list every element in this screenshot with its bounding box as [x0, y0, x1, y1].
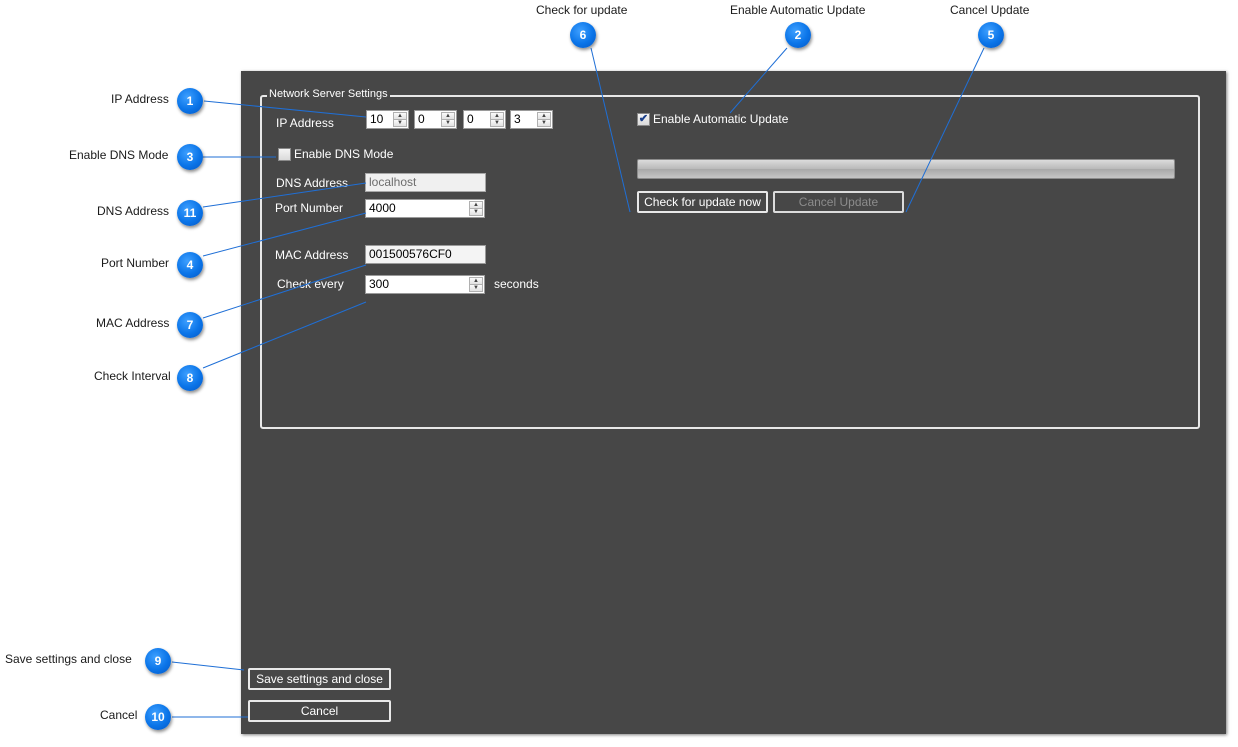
callout-badge-8: 8 [177, 365, 203, 391]
ip-octet-3-stepper[interactable]: 0 ▲ ▼ [463, 110, 506, 129]
cancel-button[interactable]: Cancel [248, 700, 391, 722]
check-interval-value: 300 [369, 277, 390, 291]
ip-octet-3-value: 0 [467, 112, 474, 126]
cancel-update-button[interactable]: Cancel Update [773, 191, 904, 213]
callout-badge-10: 10 [145, 704, 171, 730]
dns-address-input[interactable]: localhost [365, 173, 486, 192]
ip-octet-4-value: 3 [514, 112, 521, 126]
callout-label-enable-automatic-update: Enable Automatic Update [730, 3, 866, 17]
callout-label-mac-address: MAC Address [96, 316, 170, 330]
enable-automatic-update-checkbox[interactable]: ✔ [637, 113, 650, 126]
callout-badge-9: 9 [145, 648, 171, 674]
mac-address-label: MAC Address [275, 248, 349, 262]
save-settings-and-close-button[interactable]: Save settings and close [248, 668, 391, 690]
ip-octet-2-value: 0 [418, 112, 425, 126]
mac-address-input[interactable]: 001500576CF0 [365, 245, 486, 264]
chevron-down-icon[interactable]: ▼ [469, 284, 483, 292]
ip-octet-2-stepper[interactable]: 0 ▲ ▼ [414, 110, 457, 129]
port-number-label: Port Number [275, 201, 344, 215]
callout-badge-2: 2 [785, 22, 811, 48]
callout-label-check-interval: Check Interval [94, 369, 171, 383]
callout-label-dns-address: DNS Address [97, 204, 170, 218]
callout-label-enable-dns-mode: Enable DNS Mode [69, 148, 169, 162]
port-number-stepper[interactable]: 4000 ▲ ▼ [365, 199, 485, 218]
enable-automatic-update-label[interactable]: Enable Automatic Update [653, 112, 788, 126]
dns-address-label: DNS Address [276, 176, 349, 190]
callout-label-ip-address: IP Address [111, 92, 169, 106]
group-title: Network Server Settings [267, 88, 390, 100]
update-progress-bar [637, 159, 1175, 179]
callout-badge-1: 1 [177, 88, 203, 114]
port-number-value: 4000 [369, 201, 396, 215]
chevron-down-icon[interactable]: ▼ [393, 119, 407, 127]
callout-badge-4: 4 [177, 252, 203, 278]
leader-line-9 [171, 661, 245, 671]
network-settings-dialog: Network Server Settings IP Address 10 ▲ ▼… [241, 71, 1226, 734]
ip-octet-1-stepper[interactable]: 10 ▲ ▼ [366, 110, 409, 129]
chevron-down-icon[interactable]: ▼ [469, 208, 483, 216]
enable-dns-mode-checkbox[interactable] [278, 148, 291, 161]
callout-label-cancel-update: Cancel Update [950, 3, 1030, 17]
callout-label-port-number: Port Number [101, 256, 170, 270]
callout-label-check-for-update: Check for update [536, 3, 628, 17]
chevron-down-icon[interactable]: ▼ [490, 119, 504, 127]
callout-badge-5: 5 [978, 22, 1004, 48]
enable-dns-mode-label[interactable]: Enable DNS Mode [294, 147, 393, 161]
callout-label-cancel: Cancel [100, 708, 138, 722]
ip-octet-1-value: 10 [370, 112, 384, 126]
ip-octet-4-stepper[interactable]: 3 ▲ ▼ [510, 110, 553, 129]
check-for-update-now-button[interactable]: Check for update now [637, 191, 768, 213]
chevron-down-icon[interactable]: ▼ [441, 119, 455, 127]
ip-address-label: IP Address [276, 116, 334, 130]
chevron-down-icon[interactable]: ▼ [537, 119, 551, 127]
callout-badge-11: 11 [177, 200, 203, 226]
callout-badge-6: 6 [570, 22, 596, 48]
callout-badge-7: 7 [177, 312, 203, 338]
seconds-label: seconds [494, 277, 539, 291]
callout-label-save-settings: Save settings and close [5, 652, 132, 666]
check-interval-stepper[interactable]: 300 ▲ ▼ [365, 275, 485, 294]
check-every-label: Check every [277, 277, 344, 291]
callout-badge-3: 3 [177, 144, 203, 170]
